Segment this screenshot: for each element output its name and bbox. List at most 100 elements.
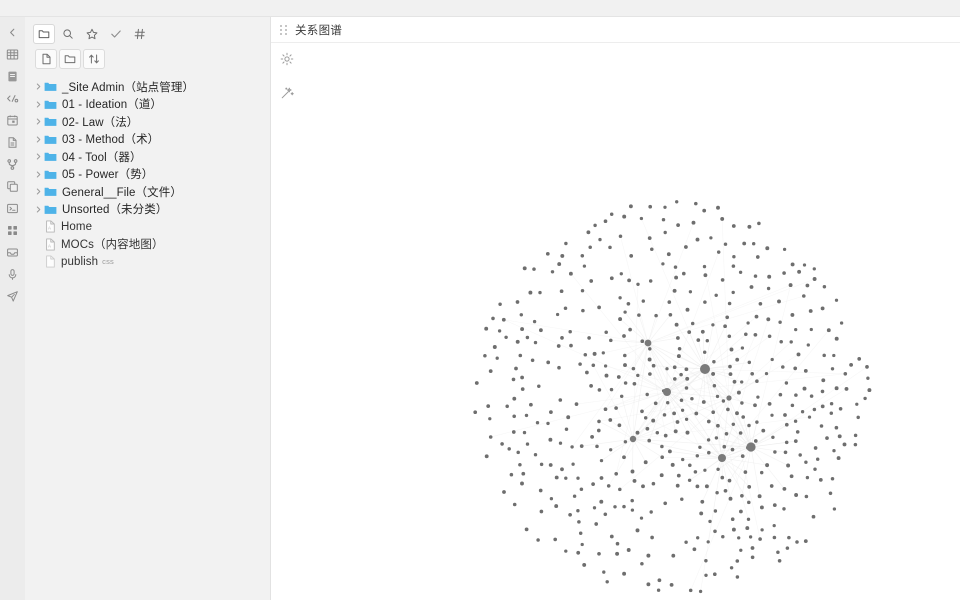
graph-node[interactable] <box>651 481 656 486</box>
graph-node[interactable] <box>765 246 770 251</box>
graph-node[interactable] <box>843 372 848 376</box>
graph-node[interactable] <box>474 381 479 385</box>
graph-node[interactable] <box>786 463 791 468</box>
graph-node[interactable] <box>645 426 650 431</box>
graph-node[interactable] <box>766 286 771 291</box>
graph-node[interactable] <box>522 430 527 435</box>
graph-node[interactable] <box>605 580 609 584</box>
graph-node[interactable] <box>511 377 516 382</box>
graph-node[interactable] <box>782 507 786 511</box>
graph-node[interactable] <box>730 517 735 521</box>
graph-node[interactable] <box>520 375 524 380</box>
graph-node[interactable] <box>694 201 698 206</box>
graph-node[interactable] <box>866 376 870 380</box>
graph-node[interactable] <box>622 504 626 509</box>
graph-node[interactable] <box>820 389 825 394</box>
graph-node[interactable] <box>582 264 587 268</box>
graph-node[interactable] <box>671 553 676 558</box>
graph-node[interactable] <box>631 366 636 371</box>
tree-item-folder[interactable]: _Site Admin（站点管理） <box>25 78 270 96</box>
graph-node[interactable] <box>721 399 726 403</box>
graph-node[interactable] <box>813 446 818 450</box>
graph-node[interactable] <box>738 270 743 274</box>
graph-node[interactable] <box>790 403 795 408</box>
graph-node[interactable] <box>695 454 700 458</box>
graph-node[interactable] <box>820 306 825 311</box>
graph-node[interactable] <box>623 381 628 385</box>
graph-node[interactable] <box>603 219 608 224</box>
graph-node[interactable] <box>673 429 678 434</box>
graph-node[interactable] <box>856 415 860 420</box>
graph-node[interactable] <box>743 470 748 474</box>
graph-node[interactable] <box>744 332 748 337</box>
graph-node[interactable] <box>794 393 798 397</box>
graph-node[interactable] <box>687 330 692 334</box>
graph-node[interactable] <box>867 388 872 393</box>
document-icon[interactable] <box>0 131 25 153</box>
tree-item-note[interactable]: A MOCs（内容地图） <box>25 236 270 254</box>
graph-node[interactable] <box>591 482 595 486</box>
file-stack-icon[interactable] <box>0 65 25 87</box>
graph-node[interactable] <box>746 321 750 325</box>
graph-node[interactable] <box>501 317 506 322</box>
graph-node[interactable] <box>809 327 813 332</box>
graph-node[interactable] <box>740 493 744 498</box>
graph-node[interactable] <box>586 230 591 235</box>
graph-node[interactable] <box>865 365 869 369</box>
graph-node[interactable] <box>702 264 707 269</box>
graph-node[interactable] <box>696 536 700 540</box>
graph-node[interactable] <box>524 527 529 532</box>
graph-view[interactable] <box>271 43 960 600</box>
graph-node[interactable] <box>619 394 624 399</box>
graph-node[interactable] <box>793 439 798 443</box>
graph-node[interactable] <box>608 418 613 422</box>
graph-node[interactable] <box>794 327 798 332</box>
graph-node[interactable] <box>537 384 541 389</box>
graph-node[interactable] <box>703 300 707 304</box>
graph-node[interactable] <box>720 216 725 221</box>
graph-node[interactable] <box>707 450 711 455</box>
graph-node[interactable] <box>822 285 827 289</box>
graph-node[interactable] <box>585 370 589 375</box>
graph-node[interactable] <box>706 540 710 544</box>
graph-node[interactable] <box>677 347 682 351</box>
graph-node[interactable] <box>623 363 627 368</box>
graph-node[interactable] <box>742 241 747 246</box>
graph-node[interactable] <box>609 448 613 452</box>
graph-node[interactable] <box>758 301 763 306</box>
graph-node[interactable] <box>716 250 721 254</box>
graph-node[interactable] <box>546 360 551 365</box>
graph-node[interactable] <box>626 548 631 552</box>
graph-node[interactable] <box>832 449 836 453</box>
graph-node[interactable] <box>694 411 699 416</box>
graph-node[interactable] <box>549 497 554 501</box>
graph-node[interactable] <box>660 444 664 449</box>
graph-node[interactable] <box>729 347 734 352</box>
graph-node[interactable] <box>657 578 662 583</box>
graph-node[interactable] <box>525 442 530 446</box>
graph-node[interactable] <box>737 536 741 540</box>
graph-node[interactable] <box>630 508 635 512</box>
graph-node[interactable] <box>755 420 759 424</box>
graph-node[interactable] <box>830 476 835 481</box>
graph-node[interactable] <box>684 245 688 249</box>
graph-node[interactable] <box>695 237 700 242</box>
graph-node[interactable] <box>739 509 743 514</box>
graph-node[interactable] <box>483 353 487 358</box>
graph-node[interactable] <box>795 540 799 544</box>
graph-node[interactable] <box>559 289 564 294</box>
hash-tab-icon[interactable] <box>129 24 151 44</box>
graph-node[interactable] <box>782 271 786 275</box>
graph-node[interactable] <box>564 241 568 246</box>
graph-node[interactable] <box>688 588 693 593</box>
graph-node[interactable] <box>793 419 798 423</box>
graph-node[interactable] <box>672 411 676 416</box>
graph-node[interactable] <box>675 200 679 204</box>
graph-node[interactable] <box>803 369 808 373</box>
tree-item-folder[interactable]: 05 - Power（势） <box>25 166 270 184</box>
graph-node[interactable] <box>558 398 563 402</box>
graph-node[interactable] <box>515 300 520 304</box>
graph-node[interactable] <box>784 381 789 385</box>
graph-node[interactable] <box>572 494 577 498</box>
graph-node[interactable] <box>766 317 771 322</box>
